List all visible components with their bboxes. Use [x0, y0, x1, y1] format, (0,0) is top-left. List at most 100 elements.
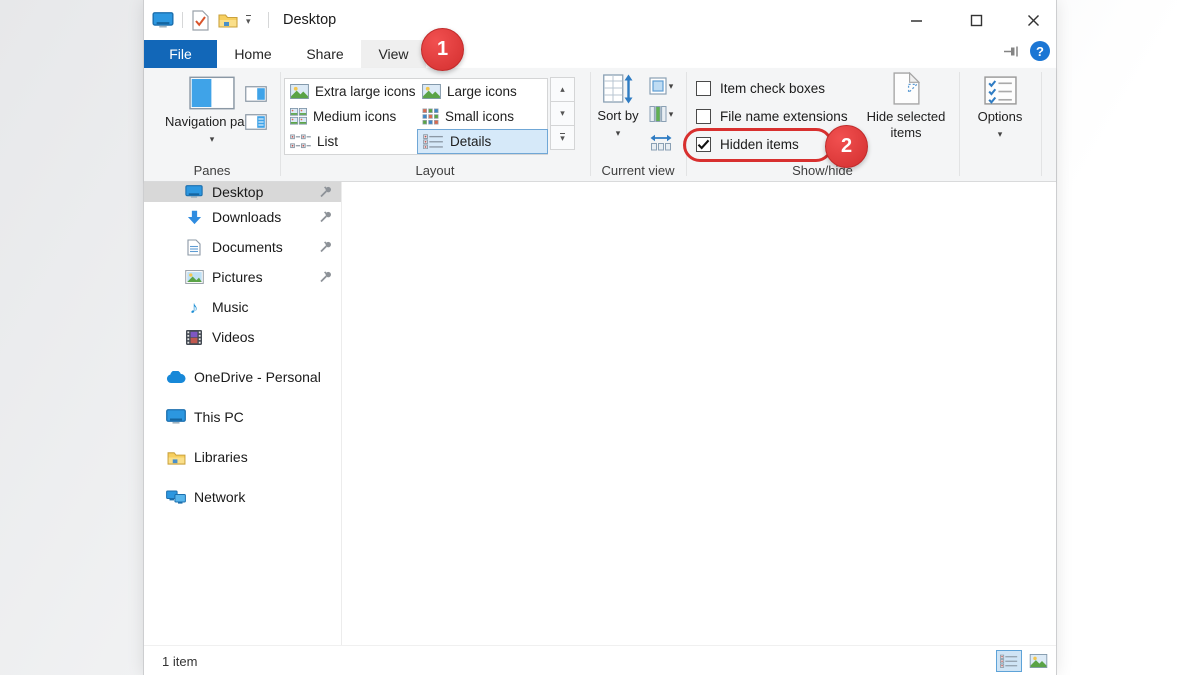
chevron-down-icon: ▾: [998, 129, 1003, 140]
options-button[interactable]: Options ▾: [964, 76, 1036, 140]
caret-down-icon: ▾: [560, 108, 565, 119]
group-label-panes: Panes: [144, 163, 280, 178]
chevron-down-icon: ▾: [669, 109, 674, 120]
this-pc-icon: [166, 409, 186, 425]
sidebar-item-pictures[interactable]: Pictures: [144, 262, 341, 292]
item-check-boxes-checkbox-row[interactable]: Item check boxes: [696, 80, 825, 96]
music-icon: ♪: [184, 299, 204, 316]
pin-icon[interactable]: [320, 211, 332, 223]
help-icon[interactable]: ?: [1030, 41, 1050, 61]
add-columns-button[interactable]: ▾: [644, 104, 678, 124]
gallery-more-button[interactable]: ▾: [550, 125, 575, 150]
downloads-icon: [184, 210, 204, 225]
layout-option-details[interactable]: Details: [417, 129, 548, 154]
tab-view[interactable]: View: [361, 40, 426, 68]
layout-option-small-icons[interactable]: Small icons: [417, 104, 548, 129]
sidebar-item-label: Videos: [212, 329, 255, 345]
item-check-boxes-label: Item check boxes: [720, 81, 825, 96]
sidebar-item-label: Music: [212, 299, 249, 315]
properties-quick-access-icon[interactable]: [192, 0, 209, 40]
sidebar-item-videos[interactable]: Videos: [144, 322, 341, 352]
pin-icon[interactable]: [320, 241, 332, 253]
size-columns-to-fit-button[interactable]: [644, 132, 678, 152]
layout-option-extra-large-icons[interactable]: Extra large icons: [285, 79, 417, 104]
layout-option-large-icons[interactable]: Large icons: [417, 79, 548, 104]
file-explorer-window: ▾ Desktop File Home Share View ? Navigat…: [143, 0, 1057, 675]
group-separator: [1041, 72, 1042, 176]
layout-option-list[interactable]: List: [285, 129, 417, 154]
pin-icon[interactable]: [320, 271, 332, 283]
group-label-show-hide: Show/hide: [686, 163, 959, 178]
options-icon: [984, 76, 1017, 105]
group-label-layout: Layout: [280, 163, 590, 178]
ribbon-view-tab-panel: Navigation pane ▾ Panes Extra large icon…: [144, 68, 1056, 182]
item-check-boxes-checkbox[interactable]: [696, 81, 711, 96]
layout-option-label: List: [317, 134, 338, 149]
chevron-down-icon: ▾: [669, 81, 674, 92]
extra-large-icons-icon: [290, 84, 309, 99]
sidebar-item-music[interactable]: ♪ Music: [144, 292, 341, 322]
sidebar-item-libraries[interactable]: Libraries: [144, 442, 341, 472]
hide-selected-items-label: Hide selected items: [856, 109, 956, 142]
sort-by-button[interactable]: Sort by ▾: [594, 74, 642, 141]
sidebar-item-label: Downloads: [212, 209, 281, 225]
sidebar-item-label: Libraries: [194, 449, 248, 465]
annotation-highlight-hidden-items: [683, 128, 833, 162]
maximize-button[interactable]: [959, 0, 993, 40]
status-bar: 1 item: [144, 645, 1056, 675]
layout-gallery: Extra large icons Large icons Medium ico…: [284, 78, 548, 155]
group-by-button[interactable]: ▾: [644, 76, 678, 96]
file-name-extensions-checkbox-row[interactable]: File name extensions: [696, 108, 848, 124]
file-name-extensions-label: File name extensions: [720, 109, 848, 124]
sidebar-item-onedrive[interactable]: OneDrive - Personal: [144, 362, 341, 392]
details-view-toggle-button[interactable]: [996, 650, 1022, 672]
layout-option-medium-icons[interactable]: Medium icons: [285, 104, 417, 129]
titlebar-separator: [182, 12, 183, 28]
layout-option-label: Details: [450, 134, 491, 149]
pin-icon[interactable]: [320, 186, 332, 198]
new-folder-quick-access-icon[interactable]: [218, 0, 238, 40]
minimize-button[interactable]: [899, 0, 933, 40]
preview-pane-button[interactable]: [244, 84, 268, 104]
navigation-pane-icon: [189, 76, 235, 110]
file-list-area[interactable]: [342, 182, 1056, 645]
layout-gallery-scroll: ▴ ▾ ▾: [550, 78, 575, 155]
sidebar-item-label: Pictures: [212, 269, 263, 285]
group-separator: [590, 72, 591, 176]
chevron-down-icon: ▾: [616, 128, 621, 138]
tab-file[interactable]: File: [144, 40, 217, 68]
caret-up-icon: ▴: [560, 84, 565, 95]
gallery-scroll-down-button[interactable]: ▾: [550, 101, 575, 126]
sidebar-item-this-pc[interactable]: This PC: [144, 402, 341, 432]
customize-quick-access-toolbar-icon[interactable]: ▾: [246, 0, 251, 40]
window-title: Desktop: [283, 0, 336, 40]
sidebar-item-documents[interactable]: Documents: [144, 232, 341, 262]
list-view-icon: [290, 134, 311, 149]
sidebar-item-label: Network: [194, 489, 245, 505]
thumbnail-view-toggle-button[interactable]: [1025, 650, 1051, 672]
title-bar: ▾ Desktop: [144, 0, 1056, 40]
sidebar-item-downloads[interactable]: Downloads: [144, 202, 341, 232]
close-button[interactable]: [1016, 0, 1050, 40]
annotation-step-1-badge: 1: [421, 28, 464, 71]
sidebar-item-label: OneDrive - Personal: [194, 369, 321, 385]
details-view-icon: [423, 134, 444, 149]
network-icon: [166, 490, 186, 504]
sidebar-item-label: Documents: [212, 239, 283, 255]
sort-by-icon: [603, 74, 633, 104]
pin-ribbon-icon[interactable]: [1004, 46, 1021, 57]
options-label: Options: [978, 109, 1023, 125]
sidebar-item-desktop[interactable]: Desktop: [144, 182, 341, 202]
tab-share[interactable]: Share: [289, 40, 361, 68]
more-options-icon: ▾: [560, 133, 565, 143]
details-pane-button[interactable]: [244, 112, 268, 132]
pictures-icon: [184, 270, 204, 284]
tab-home[interactable]: Home: [217, 40, 289, 68]
sidebar-item-label: This PC: [194, 409, 244, 425]
navigation-pane: Desktop Downloads Documents Pictures ♪ M…: [144, 182, 341, 645]
hide-selected-items-button[interactable]: Hide selected items: [856, 72, 956, 142]
gallery-scroll-up-button[interactable]: ▴: [550, 77, 575, 102]
file-name-extensions-checkbox[interactable]: [696, 109, 711, 124]
desktop-icon: [184, 185, 204, 199]
sidebar-item-network[interactable]: Network: [144, 482, 341, 512]
